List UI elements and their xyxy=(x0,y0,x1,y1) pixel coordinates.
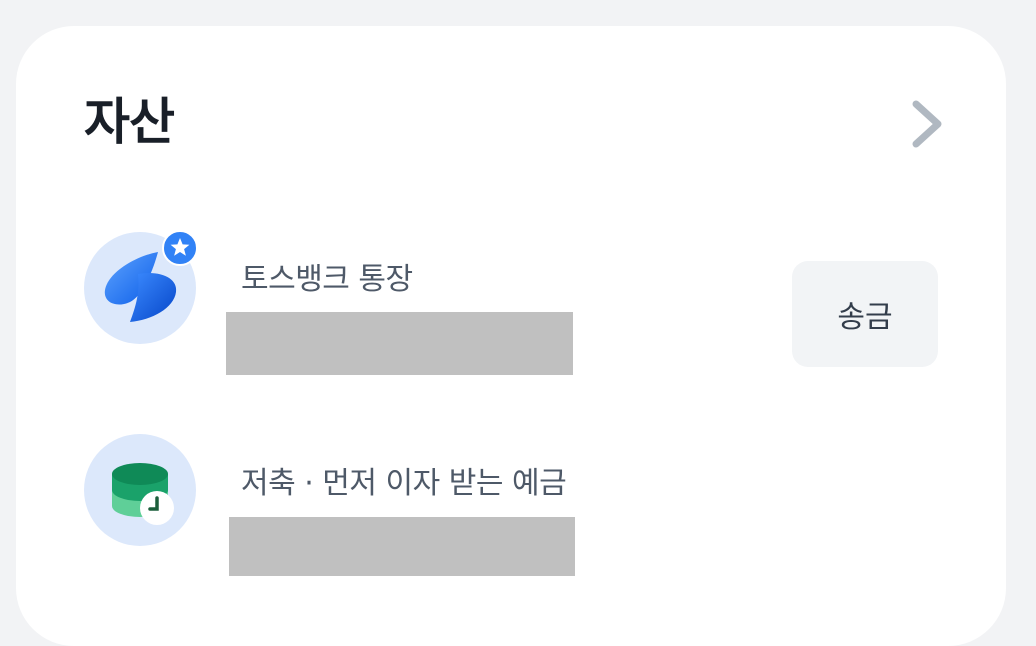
star-badge-icon xyxy=(162,230,198,266)
send-money-button[interactable]: 송금 xyxy=(792,261,938,367)
account-name: 저축 · 먼저 이자 받는 예금 xyxy=(241,466,567,501)
chevron-right-icon[interactable] xyxy=(906,98,950,150)
assets-title: 자산 xyxy=(84,93,175,151)
savings-coins-clock-icon xyxy=(84,434,196,546)
masked-balance xyxy=(226,312,573,375)
account-name: 토스뱅크 통장 xyxy=(241,262,413,297)
tossbank-logo-icon xyxy=(84,230,198,344)
account-row-tossbank[interactable]: 토스뱅크 통장 송금 xyxy=(84,230,944,375)
assets-card: 자산 토스뱅크 통장 송금 저축 · 먼저 이자 받는 예금 xyxy=(16,26,1006,646)
masked-balance xyxy=(229,517,575,576)
account-row-savings[interactable]: 저축 · 먼저 이자 받는 예금 xyxy=(84,434,944,576)
